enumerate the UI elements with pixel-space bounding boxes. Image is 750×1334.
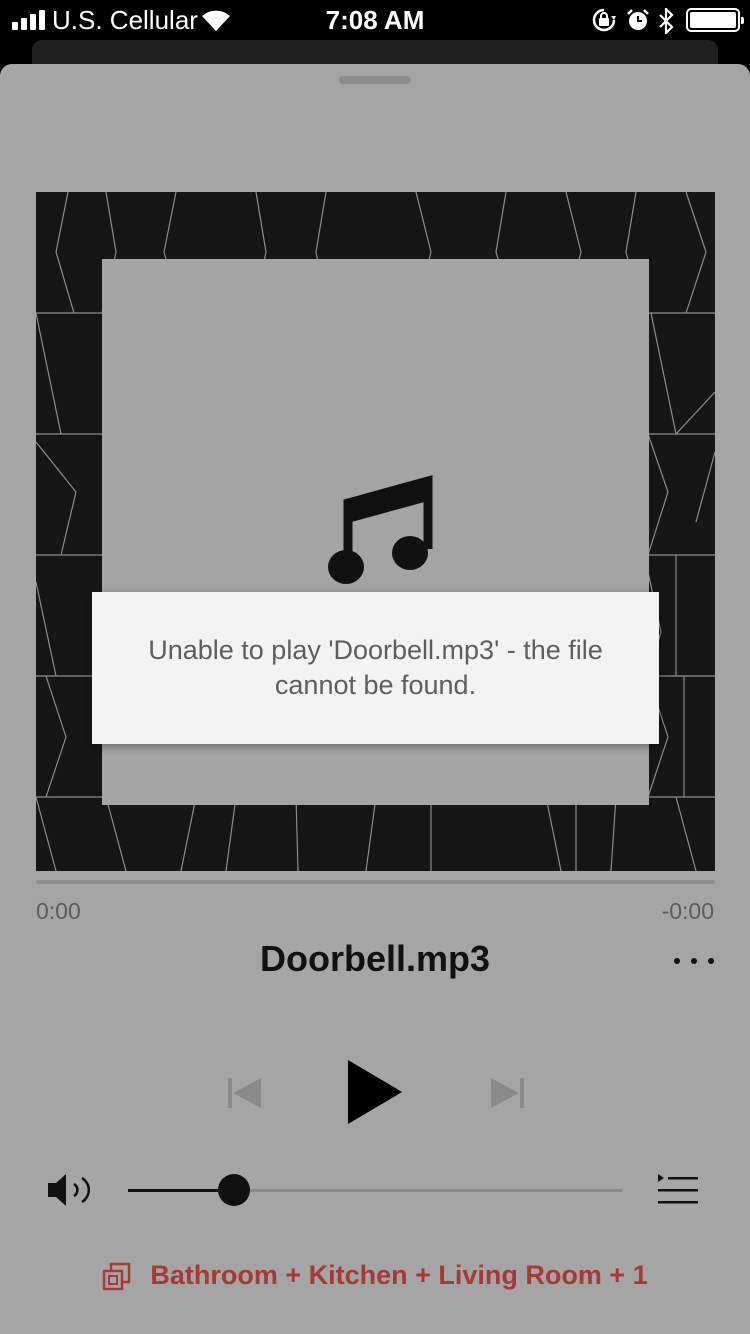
- volume-icon[interactable]: [46, 1172, 98, 1208]
- elapsed-time: 0:00: [36, 898, 81, 924]
- error-message: Unable to play 'Doorbell.mp3' - the file…: [148, 635, 603, 700]
- play-button[interactable]: [344, 1058, 406, 1126]
- sheet-grabber[interactable]: [339, 76, 411, 84]
- more-icon: [674, 958, 680, 964]
- more-options-button[interactable]: [666, 946, 722, 976]
- volume-slider[interactable]: [128, 1189, 622, 1192]
- track-title: Doorbell.mp3: [259, 938, 491, 979]
- room-group-label: Bathroom + Kitchen + Living Room + 1: [150, 1260, 648, 1290]
- orientation-lock-icon: [592, 8, 616, 32]
- alarm-icon: [627, 9, 649, 30]
- now-playing-sheet: Unable to play 'Doorbell.mp3' - the file…: [0, 64, 750, 1334]
- music-note-icon: [328, 475, 433, 584]
- next-button[interactable]: [488, 1073, 528, 1113]
- volume-slider-knob[interactable]: [218, 1174, 251, 1206]
- battery-icon: [686, 8, 744, 32]
- bluetooth-icon: [659, 8, 674, 34]
- queue-icon[interactable]: [656, 1172, 700, 1206]
- rooms-group-icon: [103, 1262, 131, 1290]
- status-bar: U.S. Cellular 7:08 AM: [0, 0, 750, 40]
- room-group-button[interactable]: Bathroom + Kitchen + Living Room + 1: [0, 1260, 750, 1291]
- previous-button[interactable]: [224, 1073, 264, 1113]
- playback-progress-bar[interactable]: [36, 880, 715, 884]
- remaining-time: -0:00: [661, 898, 714, 924]
- album-artwork: [36, 192, 715, 871]
- error-toast: Unable to play 'Doorbell.mp3' - the file…: [92, 592, 659, 744]
